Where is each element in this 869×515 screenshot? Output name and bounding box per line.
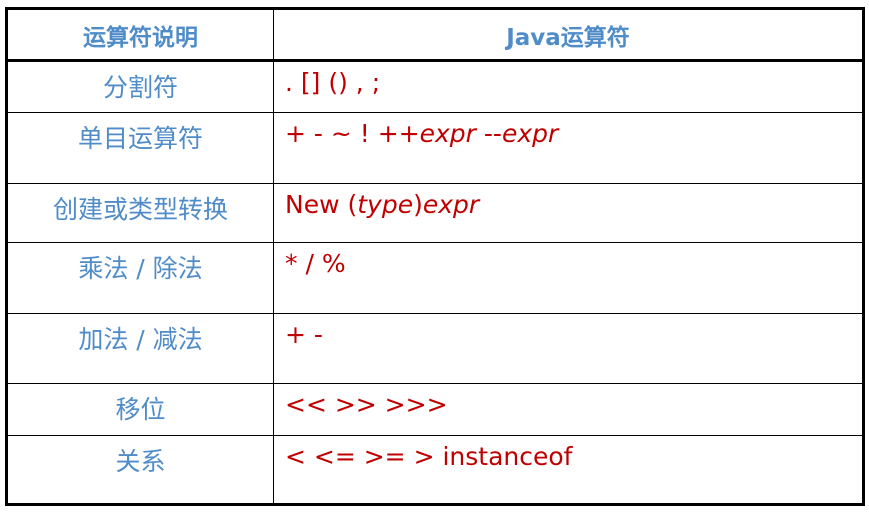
row-operators: << >> >>> bbox=[273, 383, 864, 436]
operator-text: ) bbox=[413, 190, 423, 219]
operator-text-italic: type bbox=[357, 190, 414, 219]
row-description: 关系 bbox=[6, 435, 274, 505]
operator-text: << >> >>> bbox=[285, 390, 448, 419]
table-row: 创建或类型转换 New (type)expr bbox=[6, 183, 864, 243]
row-operators: + - bbox=[273, 313, 864, 384]
header-description: 运算符说明 bbox=[6, 8, 274, 62]
operator-text: + - ~ ! ++ bbox=[285, 119, 420, 148]
operator-text: New ( bbox=[285, 190, 358, 219]
operator-text: * / % bbox=[285, 249, 346, 278]
row-description: 创建或类型转换 bbox=[6, 183, 274, 243]
table-row: 乘法 / 除法 * / % bbox=[6, 242, 864, 314]
row-operators: New (type)expr bbox=[273, 183, 864, 243]
table-row: 加法 / 减法 + - bbox=[6, 313, 864, 384]
table-row: 关系 < <= >= > instanceof bbox=[6, 435, 864, 505]
row-description: 加法 / 减法 bbox=[6, 313, 274, 384]
operator-text: . [] () , ; bbox=[285, 68, 381, 97]
operator-text: + - bbox=[285, 320, 323, 349]
row-description: 分割符 bbox=[6, 60, 274, 113]
row-operators: < <= >= > instanceof bbox=[273, 435, 864, 505]
row-description: 移位 bbox=[6, 383, 274, 436]
operator-text-italic: expr bbox=[419, 119, 476, 148]
table-header: 运算符说明 Java运算符 bbox=[6, 8, 864, 62]
table-row: 单目运算符 + - ~ ! ++expr --expr bbox=[6, 112, 864, 184]
table-body: 分割符 . [] () , ; 单目运算符 + - ~ ! ++expr --e… bbox=[6, 60, 864, 505]
java-operators-table: 运算符说明 Java运算符 分割符 . [] () , ; 单目运算符 + - … bbox=[5, 7, 865, 506]
header-java-operators: Java运算符 bbox=[273, 8, 864, 62]
operator-text-italic: expr bbox=[501, 119, 559, 148]
row-operators: + - ~ ! ++expr --expr bbox=[273, 112, 864, 184]
row-operators: . [] () , ; bbox=[273, 60, 864, 113]
row-description: 乘法 / 除法 bbox=[6, 242, 274, 314]
table-row: 分割符 . [] () , ; bbox=[6, 60, 864, 113]
header-row: 运算符说明 Java运算符 bbox=[6, 8, 864, 62]
operator-text-italic: expr bbox=[422, 190, 480, 219]
operator-text: < <= >= > instanceof bbox=[285, 442, 573, 471]
row-description: 单目运算符 bbox=[6, 112, 274, 184]
table-row: 移位 << >> >>> bbox=[6, 383, 864, 436]
row-operators: * / % bbox=[273, 242, 864, 314]
operator-text: -- bbox=[475, 119, 502, 148]
